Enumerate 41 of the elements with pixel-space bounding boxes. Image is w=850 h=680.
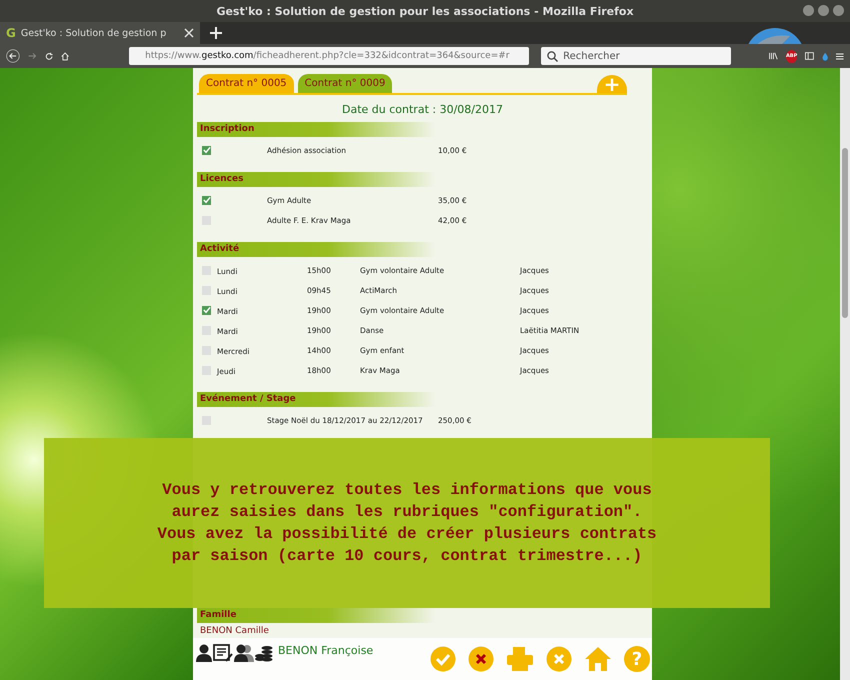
search-field[interactable]: Rechercher <box>541 47 732 65</box>
section-header: Licences <box>197 172 435 187</box>
home-icon[interactable] <box>60 50 70 62</box>
new-tab-icon[interactable] <box>210 27 222 39</box>
scrollbar-thumb[interactable] <box>842 148 848 318</box>
sidebar-icon[interactable] <box>805 50 814 62</box>
close-icon[interactable] <box>833 5 844 16</box>
contract-tab[interactable]: Contrat n° 0005 <box>199 74 294 93</box>
delete-icon[interactable] <box>546 646 572 672</box>
address-field[interactable]: https://www.gestko.com/ficheadherent.php?cle=332&idcontrat=364&source=#r <box>129 47 530 65</box>
search-icon <box>547 51 558 62</box>
window-title: Gest'ko : Solution de gestion pour les associations - Mozilla Firefox <box>216 4 634 18</box>
member-name: BENON Françoise <box>278 644 374 657</box>
favicon: G <box>6 26 16 40</box>
overlay-message: Vous y retrouverez toutes les informations que vous aurez saisies dans les rubriques "configuration". Vous avez la possibilité de créer plusieurs contrats par saison (carte 10 cours, contrat trimestre...) <box>156 480 658 567</box>
checkbox[interactable] <box>202 196 211 204</box>
contract-date: Date du contrat : 30/08/2017 <box>341 103 504 116</box>
url-text: https://www.gestko.com/ficheadherent.php?cle=332&idcontrat=364&source=#r <box>145 51 510 61</box>
section-header: Famille <box>197 608 435 623</box>
maximize-icon[interactable] <box>818 5 829 16</box>
minimize-icon[interactable] <box>803 5 814 16</box>
person-icon[interactable] <box>196 644 212 662</box>
close-icon[interactable] <box>184 28 194 38</box>
form-edit-icon[interactable] <box>213 644 233 662</box>
browser-tab[interactable]: G Gest'ko : Solution de gestion p <box>0 22 200 44</box>
section-header: Inscription <box>197 122 435 137</box>
library-icon[interactable] <box>769 50 778 62</box>
coins-icon[interactable] <box>255 644 273 662</box>
confirm-icon[interactable] <box>430 646 456 672</box>
family-member[interactable]: BENON Camille <box>200 626 269 636</box>
contract-tab[interactable]: Contrat n° 0009 <box>298 74 392 93</box>
checkbox[interactable] <box>202 306 211 314</box>
reload-icon[interactable] <box>44 50 53 62</box>
cancel-icon[interactable] <box>468 646 494 672</box>
scrollbar[interactable] <box>840 68 850 680</box>
section-header: Evénement / Stage <box>197 392 435 407</box>
people-icon[interactable] <box>234 644 254 662</box>
section-header: Activité <box>197 242 435 257</box>
menu-icon[interactable] <box>836 50 844 62</box>
checkbox[interactable] <box>202 146 211 154</box>
tab-title: Gest'ko : Solution de gestion p <box>20 28 168 38</box>
